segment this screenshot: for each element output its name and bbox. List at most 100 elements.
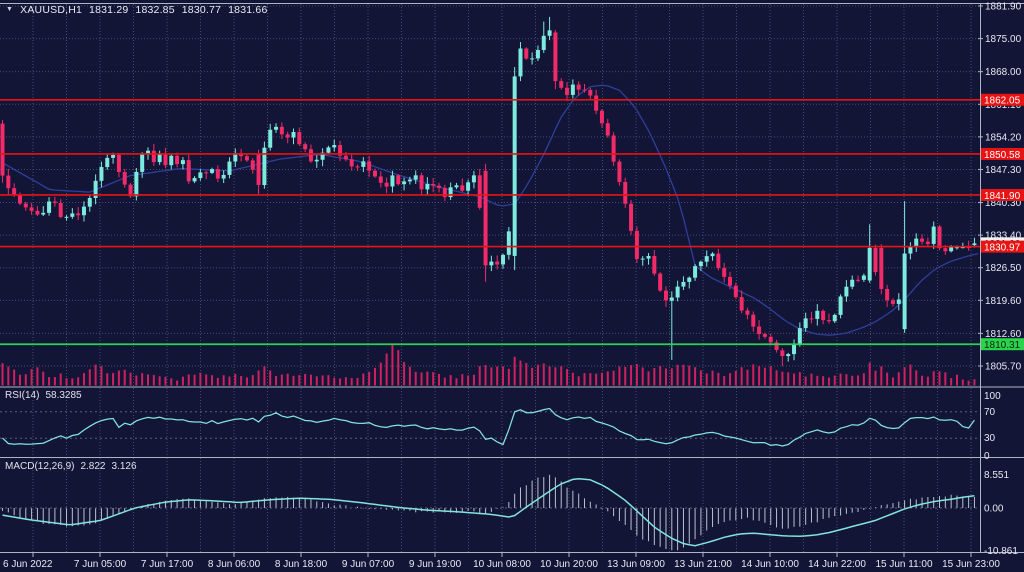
rsi-tick-label: 70: [984, 407, 996, 418]
candle-body: [408, 180, 412, 182]
candle-body: [670, 297, 674, 300]
candle-body: [658, 274, 662, 291]
candle-body: [326, 147, 330, 152]
candle-body: [949, 247, 953, 251]
volume-bar: [880, 366, 882, 385]
candle-body: [379, 176, 383, 182]
time-tick-label: 13 Jun 21:00: [674, 559, 732, 570]
candle-body: [268, 130, 272, 148]
rsi-indicator-value: 58.3285: [45, 390, 81, 401]
volume-bar: [514, 357, 516, 386]
volume-bar: [357, 378, 359, 385]
candle-body: [792, 345, 796, 355]
volume-bar: [397, 350, 399, 385]
volume-bar: [36, 367, 38, 385]
volume-bar: [100, 366, 102, 385]
volume-bar: [968, 381, 970, 386]
candle-body: [123, 172, 127, 185]
volume-bar: [135, 375, 137, 385]
volume-bar: [799, 372, 801, 385]
volume-bar: [933, 371, 935, 385]
candle-body: [402, 181, 406, 184]
candle-body: [687, 278, 691, 282]
volume-bar: [298, 375, 300, 385]
candle-body: [833, 315, 837, 321]
volume-bar: [700, 370, 702, 385]
chart-header: ▼ XAUUSD,H1 1831.29 1832.85 1830.77 1831…: [6, 4, 267, 16]
candle-body: [972, 243, 976, 245]
volume-bar: [479, 366, 481, 385]
candle-body: [99, 167, 103, 181]
time-tick-label: 10 Jun 20:00: [540, 559, 598, 570]
ohlc-low: 1830.77: [182, 4, 221, 16]
candle-body: [804, 318, 808, 328]
candle-body: [518, 49, 522, 77]
volume-bar: [66, 378, 68, 385]
candle-body: [309, 149, 313, 161]
candle-body: [856, 280, 860, 281]
candle-body: [641, 259, 645, 260]
time-tick-label: 13 Jun 09:00: [607, 559, 665, 570]
candle-body: [868, 248, 872, 281]
candle-body: [699, 262, 703, 266]
candle-body: [35, 211, 39, 215]
symbol-timeframe-label: XAUUSD,H1: [20, 4, 82, 16]
volume-bar: [438, 374, 440, 385]
price-tick-label: 1805.70: [985, 361, 1022, 372]
time-tick-label: 7 Jun 05:00: [74, 559, 127, 570]
volume-bar: [374, 368, 376, 386]
candle-body: [425, 184, 429, 189]
candle-body: [821, 311, 825, 320]
volume-bar: [840, 374, 842, 386]
volume-bar: [362, 374, 364, 386]
volume-bar: [572, 373, 574, 386]
candle-body: [751, 315, 755, 327]
volume-bar: [618, 367, 620, 386]
chart-canvas[interactable]: 1881.901875.001868.001861.101854.201847.…: [0, 0, 1024, 572]
candle-body: [466, 182, 470, 190]
volume-bar: [822, 376, 824, 385]
volume-bar: [915, 370, 917, 385]
candle-body: [454, 185, 458, 187]
candle-body: [478, 175, 482, 207]
candle-body: [565, 88, 569, 95]
resistance-badge-text: 1850.58: [984, 150, 1021, 161]
candle-body: [286, 134, 290, 137]
candle-body: [617, 162, 621, 182]
volume-bar: [269, 371, 271, 386]
time-tick-label: 8 Jun 06:00: [208, 559, 261, 570]
chart-menu-icon[interactable]: ▼: [6, 6, 13, 13]
candle-body: [548, 30, 552, 35]
candle-body: [926, 242, 930, 244]
volume-bar: [706, 373, 708, 385]
candle-body: [6, 176, 10, 189]
candle-body: [757, 327, 761, 334]
candle-body: [460, 185, 464, 190]
candle-body: [542, 36, 546, 50]
volume-bar: [973, 379, 975, 385]
price-tick-label: 1854.20: [985, 132, 1022, 143]
candle-body: [82, 207, 86, 216]
volume-bar: [60, 373, 62, 385]
candle-body: [513, 76, 517, 256]
volume-bar: [665, 369, 667, 386]
candle-body: [193, 178, 197, 181]
volume-bar: [537, 365, 539, 386]
candle-body: [76, 213, 80, 215]
volume-bar: [671, 368, 673, 385]
candle-body: [12, 188, 16, 194]
candle-body: [367, 161, 371, 170]
volume-bar: [287, 374, 289, 386]
volume-bar: [327, 375, 329, 385]
price-tick-label: 1868.00: [985, 67, 1022, 78]
resistance-badge-text: 1862.05: [984, 96, 1021, 107]
candle-body: [222, 175, 226, 179]
candle-body: [943, 248, 947, 251]
candle-body: [385, 183, 389, 187]
volume-bar: [409, 367, 411, 386]
candle-body: [844, 287, 848, 297]
volume-bar: [240, 376, 242, 386]
candle-body: [583, 90, 587, 91]
candle-body: [914, 239, 918, 247]
volume-bar: [898, 372, 900, 385]
